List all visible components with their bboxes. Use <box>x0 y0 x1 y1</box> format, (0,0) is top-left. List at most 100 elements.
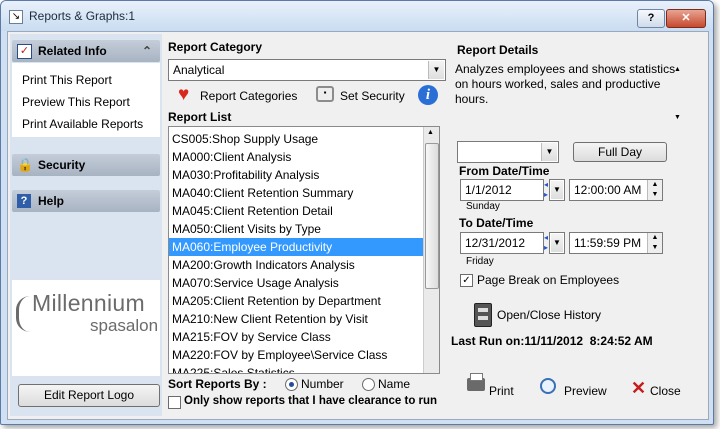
report-list-item[interactable]: CS005:Shop Supply Usage <box>169 130 426 148</box>
security-header[interactable]: 🔒 Security <box>12 154 160 176</box>
help-window-button[interactable]: ? <box>637 9 665 28</box>
to-date-value: 12/31/2012 <box>465 236 526 250</box>
report-categories-link[interactable]: Report Categories <box>200 89 297 103</box>
related-info-header[interactable]: ✓ Related Info ⌃ <box>12 40 160 62</box>
report-list-item[interactable]: MA030:Profitability Analysis <box>169 166 426 184</box>
to-day-label: Friday <box>466 256 494 267</box>
close-window-button[interactable]: ✕ <box>666 9 706 28</box>
report-list-scrollbar[interactable]: ▲ <box>423 127 439 373</box>
to-label: To Date/Time <box>459 216 534 230</box>
help-header[interactable]: ? Help <box>12 190 160 212</box>
sort-number-label: Number <box>301 377 344 391</box>
close-button[interactable]: Close <box>650 384 681 398</box>
scroll-up-icon[interactable]: ▲ <box>427 129 434 136</box>
report-list-item[interactable]: MA215:FOV by Service Class <box>169 328 426 346</box>
from-date-value: 1/1/2012 <box>465 183 512 197</box>
from-date-field[interactable]: 1/1/2012 <box>460 179 544 201</box>
report-category-value: Analytical <box>173 63 225 77</box>
sort-label: Sort Reports By : <box>168 377 267 391</box>
report-list-item[interactable]: MA220:FOV by Employee\Service Class <box>169 346 426 364</box>
dropdown-arrow-icon[interactable]: ▼ <box>551 234 563 252</box>
scroll-thumb[interactable] <box>425 143 439 289</box>
open-close-history-link[interactable]: Open/Close History <box>497 308 601 322</box>
scroll-down-icon[interactable]: ▼ <box>674 114 681 121</box>
to-time-value: 11:59:59 PM <box>574 236 642 250</box>
sidebar-item-print-available[interactable]: Print Available Reports <box>22 117 143 131</box>
logo-line2: spasalon <box>90 316 159 335</box>
from-day-label: Sunday <box>466 201 500 212</box>
reports-window: ↘ Reports & Graphs:1 ? ✕ ✓ Related Info … <box>0 0 714 425</box>
print-button[interactable]: Print <box>489 384 514 398</box>
sort-name-radio[interactable] <box>362 378 375 391</box>
sidebar-item-preview-report[interactable]: Preview This Report <box>22 95 130 109</box>
help-icon: ? <box>17 194 31 208</box>
preview-magnifier-icon[interactable] <box>540 378 556 394</box>
period-select[interactable]: ▼ <box>457 141 559 163</box>
related-info-list: Print This Report Preview This Report Pr… <box>12 63 160 137</box>
page-break-label: Page Break on Employees <box>477 273 620 287</box>
from-label: From Date/Time <box>459 164 550 178</box>
lock-icon: 🔒 <box>17 157 34 172</box>
from-time-field[interactable]: 12:00:00 AM ▲ ▼ <box>569 179 663 201</box>
clearance-label: Only show reports that I have clearance … <box>184 395 438 407</box>
sort-name-label: Name <box>378 377 411 391</box>
edit-report-logo-button[interactable]: Edit Report Logo <box>18 384 160 407</box>
report-list-item[interactable]: MA225:Sales Statistics <box>169 364 426 373</box>
last-run-label: Last Run on:11/11/2012 8:24:52 AM <box>451 334 653 348</box>
last-run-value: 11/11/2012 8:24:52 AM <box>524 334 653 348</box>
sidebar-item-print-report[interactable]: Print This Report <box>22 73 112 87</box>
dropdown-arrow-icon[interactable]: ▼ <box>551 181 563 199</box>
help-label: Help <box>38 194 65 208</box>
dropdown-arrow-icon[interactable]: ▼ <box>541 143 557 161</box>
sidebar: ✓ Related Info ⌃ Print This Report Previ… <box>10 34 162 416</box>
heart-icon[interactable]: ♥ <box>178 85 189 105</box>
collapse-chevron-icon[interactable]: ⌃ <box>142 44 152 58</box>
report-list-item[interactable]: MA050:Client Visits by Type <box>169 220 426 238</box>
title-bar[interactable]: ↘ Reports & Graphs:1 ? ✕ <box>1 1 713 31</box>
from-time-value: 12:00:00 AM <box>574 183 642 197</box>
report-icon: ✓ <box>17 44 32 59</box>
report-list[interactable]: CS005:Shop Supply Usage MA000:Client Anal… <box>168 126 440 374</box>
report-list-item[interactable]: MA045:Client Retention Detail <box>169 202 426 220</box>
report-list-item[interactable]: MA060:Employee Productivity <box>169 238 426 256</box>
set-security-link[interactable]: Set Security <box>340 89 405 103</box>
close-x-icon[interactable]: ✕ <box>631 379 646 397</box>
preview-button[interactable]: Preview <box>564 384 607 398</box>
padlock-icon[interactable]: ▪ <box>316 86 334 102</box>
report-list-item[interactable]: MA200:Growth Indicators Analysis <box>169 256 426 274</box>
dropdown-arrow-icon[interactable]: ▼ <box>428 61 444 79</box>
clearance-checkbox[interactable] <box>168 396 181 409</box>
report-category-label: Report Category <box>168 40 263 54</box>
to-date-field[interactable]: 12/31/2012 <box>460 232 544 254</box>
details-scroll-arrows[interactable]: ▲ ▼ <box>674 62 684 122</box>
to-date-dropdown[interactable]: ▼ <box>549 232 565 254</box>
from-time-stepper[interactable]: ▲ ▼ <box>647 180 662 200</box>
security-label: Security <box>38 158 86 172</box>
last-run-prefix: Last Run on: <box>451 334 525 348</box>
logo-line1: Millennium <box>32 290 145 316</box>
report-list-label: Report List <box>168 110 232 124</box>
sort-number-radio[interactable] <box>285 378 298 391</box>
report-category-select[interactable]: Analytical ▼ <box>168 59 446 81</box>
report-list-item[interactable]: MA210:New Client Retention by Visit <box>169 310 426 328</box>
report-list-item[interactable]: MA205:Client Retention by Department <box>169 292 426 310</box>
report-details-label: Report Details <box>457 43 539 57</box>
app-icon: ↘ <box>9 10 23 24</box>
info-icon[interactable]: i <box>418 85 438 105</box>
report-list-item[interactable]: MA040:Client Retention Summary <box>169 184 426 202</box>
printer-icon[interactable] <box>467 373 485 391</box>
report-details-text: Analyzes employees and shows statistics … <box>455 62 676 106</box>
from-date-dropdown[interactable]: ▼ <box>549 179 565 201</box>
to-time-field[interactable]: 11:59:59 PM ▲ ▼ <box>569 232 663 254</box>
scroll-up-icon[interactable]: ▲ <box>674 66 681 73</box>
millennium-logo: Millennium spasalon <box>12 280 160 376</box>
window-title: Reports & Graphs:1 <box>29 9 136 23</box>
report-list-item[interactable]: MA000:Client Analysis <box>169 148 426 166</box>
report-list-item[interactable]: MA070:Service Usage Analysis <box>169 274 426 292</box>
full-day-button[interactable]: Full Day <box>573 142 667 162</box>
to-time-stepper[interactable]: ▲ ▼ <box>647 233 662 253</box>
dialog-body: ✓ Related Info ⌃ Print This Report Previ… <box>7 31 709 420</box>
page-break-checkbox[interactable]: ✓ <box>460 274 473 287</box>
related-info-label: Related Info <box>38 44 107 58</box>
history-icon[interactable] <box>474 303 492 327</box>
